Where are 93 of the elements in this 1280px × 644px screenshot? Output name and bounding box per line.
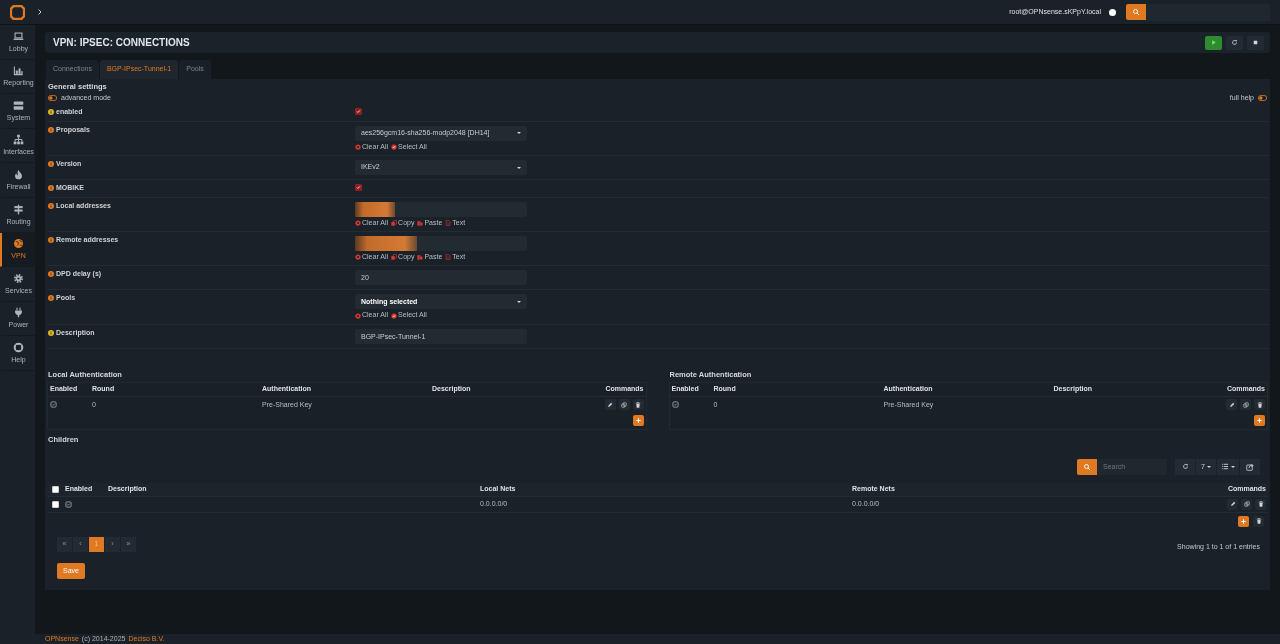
plug-icon [13, 307, 24, 319]
clone-button[interactable] [1241, 498, 1252, 510]
server-icon [13, 99, 24, 111]
add-button[interactable] [1238, 515, 1249, 527]
clear-icon [355, 312, 361, 319]
checkbox[interactable] [355, 108, 362, 116]
logo[interactable] [10, 4, 25, 20]
copy-icon [391, 219, 398, 226]
clone-button[interactable] [1240, 399, 1251, 411]
plus-icon [634, 416, 642, 424]
delete-button[interactable] [1254, 399, 1265, 411]
clear-icon [355, 219, 361, 226]
caret-icon [1206, 465, 1211, 468]
trash-icon [1256, 401, 1263, 408]
caret-icon [517, 132, 521, 135]
clear-icon [355, 143, 361, 150]
list-icon [1221, 463, 1229, 471]
plus-icon [1240, 517, 1247, 525]
chart-icon [13, 65, 24, 77]
check-icon [356, 185, 361, 191]
copy-icon [621, 401, 627, 408]
page-title: VPN: IPSEC: CONNECTIONS [53, 36, 190, 49]
info-icon[interactable] [48, 236, 54, 243]
signpost-icon [13, 203, 24, 215]
copy-icon [1243, 501, 1250, 508]
globe-icon [13, 238, 24, 250]
toggle-switch[interactable] [1258, 95, 1267, 102]
document-icon [445, 254, 452, 261]
trash-icon [635, 401, 641, 408]
address-field[interactable] [355, 235, 527, 251]
refresh-icon [1181, 463, 1189, 471]
clear-icon [355, 254, 361, 261]
delete-button[interactable] [1253, 515, 1264, 527]
trash-icon [1255, 518, 1262, 525]
search-button[interactable] [1077, 458, 1097, 475]
copy-icon [391, 254, 398, 261]
play-icon [1210, 39, 1217, 46]
info-icon[interactable] [48, 109, 54, 116]
sitemap-icon [13, 134, 24, 146]
edit-button[interactable] [1226, 399, 1237, 411]
pencil-icon [1229, 501, 1236, 508]
edit-button[interactable] [604, 399, 616, 411]
stop-button[interactable] [1247, 35, 1264, 50]
info-icon[interactable] [48, 161, 54, 168]
delete-button[interactable] [632, 399, 644, 411]
search-button[interactable] [1126, 3, 1146, 20]
delete-button[interactable] [1255, 498, 1266, 510]
chevron-right-icon[interactable] [36, 8, 44, 16]
search-icon [1083, 462, 1091, 471]
row-checkbox[interactable] [52, 500, 59, 508]
check-icon [356, 109, 361, 115]
caret-icon [517, 166, 521, 169]
caret-icon [1231, 465, 1235, 468]
info-icon[interactable] [48, 271, 54, 278]
search-field[interactable] [1146, 3, 1270, 21]
refresh-button[interactable] [1175, 458, 1195, 475]
check-circle-icon [391, 143, 398, 150]
laptop-icon [13, 30, 24, 42]
status-dot [1109, 8, 1116, 16]
edit-button[interactable] [1227, 498, 1238, 510]
add-button[interactable] [632, 414, 644, 426]
copy-icon [1242, 401, 1249, 408]
export-icon [1246, 462, 1254, 471]
paste-icon [417, 219, 424, 226]
pencil-icon [607, 401, 613, 408]
address-field[interactable] [355, 201, 527, 217]
info-icon[interactable] [48, 295, 54, 302]
columns-dropdown[interactable] [1217, 458, 1239, 475]
stop-icon [1252, 39, 1259, 46]
refresh-icon [1231, 39, 1238, 46]
document-icon [445, 219, 452, 226]
play-button[interactable] [1205, 35, 1222, 50]
caret-icon [517, 300, 521, 303]
lifebuoy-icon [13, 341, 24, 353]
flame-icon [13, 168, 24, 180]
search-icon [1132, 7, 1140, 16]
trash-icon [1257, 501, 1264, 508]
check-circle-icon [391, 312, 398, 319]
paste-icon [417, 254, 424, 261]
add-button[interactable] [1254, 414, 1265, 426]
select-all-checkbox[interactable] [52, 485, 59, 493]
clone-button[interactable] [618, 399, 630, 411]
plus-icon [1256, 416, 1263, 424]
info-icon[interactable] [48, 329, 54, 336]
pencil-icon [1228, 401, 1235, 408]
info-icon[interactable] [48, 126, 54, 133]
info-icon[interactable] [48, 185, 54, 192]
restart-button[interactable] [1226, 35, 1243, 50]
toggle-switch[interactable] [48, 95, 57, 102]
export-button[interactable] [1240, 458, 1260, 475]
info-icon[interactable] [48, 202, 54, 209]
checkbox[interactable] [355, 184, 362, 192]
gear-icon [13, 272, 24, 284]
